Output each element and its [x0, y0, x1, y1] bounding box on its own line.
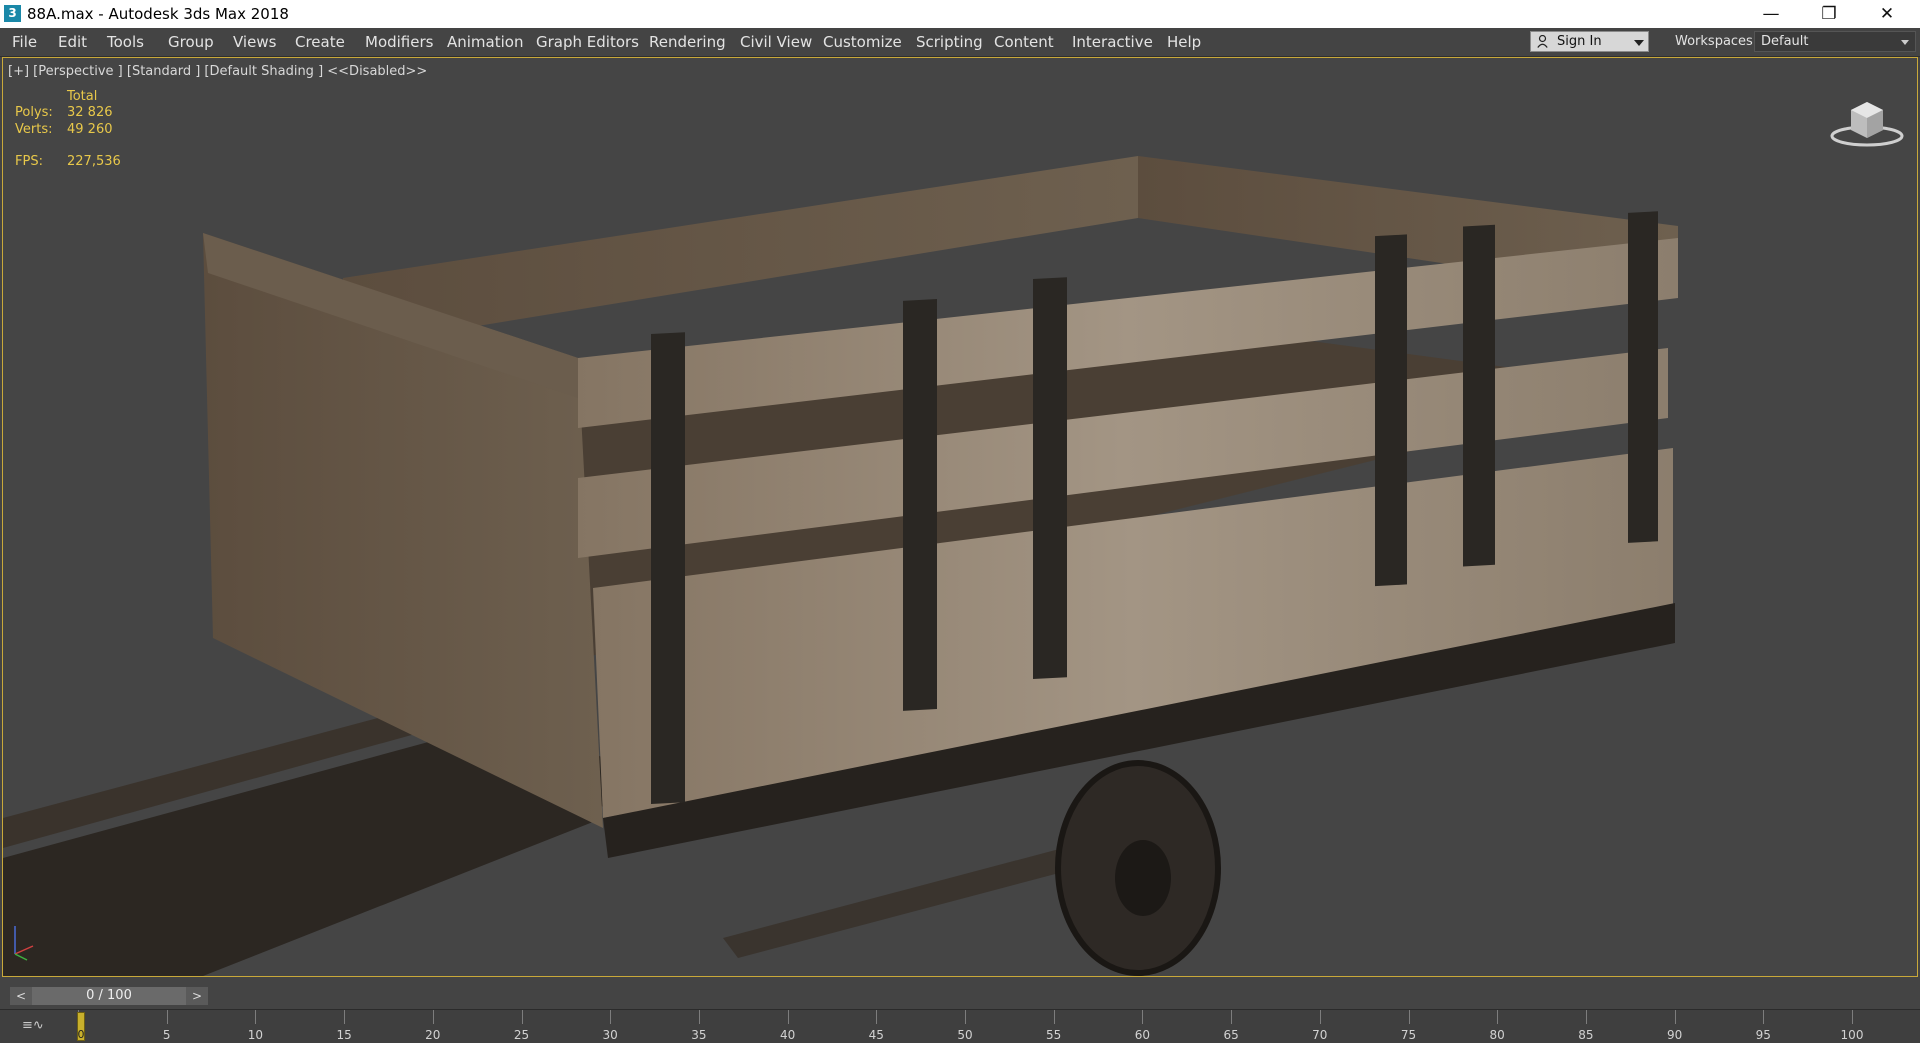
stanchion — [903, 299, 937, 711]
track-tick — [787, 1010, 789, 1024]
tick-label: 10 — [247, 1028, 264, 1042]
close-button[interactable]: ✕ — [1858, 0, 1916, 28]
tick-label: 25 — [513, 1028, 530, 1042]
tick-label: 90 — [1666, 1028, 1683, 1042]
restore-button[interactable]: ❐ — [1800, 0, 1858, 28]
track-tick — [1763, 1010, 1765, 1024]
workspaces-label: Workspaces: — [1675, 34, 1758, 49]
sign-in-label: Sign In — [1557, 34, 1602, 49]
tick-label: 30 — [602, 1028, 618, 1042]
menu-group[interactable]: Group — [168, 33, 214, 51]
tick-label: 45 — [868, 1028, 884, 1042]
track-tick — [166, 1010, 168, 1024]
track-tick — [1674, 1010, 1676, 1024]
tick-label: 20 — [425, 1028, 441, 1042]
previous-frame-button[interactable]: < — [10, 987, 32, 1005]
track-tick — [1142, 1010, 1144, 1024]
track-tick — [876, 1010, 878, 1024]
axis-tripod-icon — [14, 926, 34, 961]
title-bar: 3 88A.max - Autodesk 3ds Max 2018 — ❐ ✕ — [0, 0, 1920, 28]
tick-label: 5 — [162, 1028, 171, 1042]
time-slider[interactable]: 0 / 100 — [32, 987, 186, 1005]
user-icon — [1537, 35, 1548, 48]
menu-tools[interactable]: Tools — [107, 33, 144, 51]
tick-label: 60 — [1134, 1028, 1151, 1042]
tick-label: 100 — [1840, 1028, 1864, 1042]
sign-in-dropdown[interactable]: Sign In — [1530, 31, 1649, 52]
track-tick — [432, 1010, 434, 1024]
stanchion — [1628, 211, 1658, 543]
stanchion — [1463, 224, 1495, 567]
track-tick — [1053, 1010, 1055, 1024]
menu-views[interactable]: Views — [233, 33, 276, 51]
track-tick — [521, 1010, 523, 1024]
menu-edit[interactable]: Edit — [58, 33, 87, 51]
menu-scripting[interactable]: Scripting — [916, 33, 983, 51]
menu-modifiers[interactable]: Modifiers — [365, 33, 433, 51]
chevron-down-icon — [1634, 40, 1644, 46]
stanchion — [1033, 277, 1067, 680]
track-tick — [698, 1010, 700, 1024]
time-slider-bar: < 0 / 100 > — [0, 977, 1920, 1009]
stats-fps-value: 227,536 — [67, 154, 121, 169]
track-tick — [255, 1010, 257, 1024]
tick-label: 75 — [1400, 1028, 1417, 1042]
track-tick — [1408, 1010, 1410, 1024]
track-bar[interactable]: ≡∿ 5 10 15 20 25 30 35 40 45 50 55 60 65… — [0, 1009, 1920, 1043]
tick-label: 85 — [1578, 1028, 1594, 1042]
perspective-viewport[interactable]: [+] [Perspective ] [Standard ] [Default … — [2, 57, 1918, 977]
workspaces-select[interactable]: Default — [1754, 31, 1916, 52]
track-tick — [1852, 1010, 1853, 1024]
workspaces-value: Default — [1761, 34, 1809, 49]
menu-file[interactable]: File — [12, 33, 37, 51]
stats-verts-label: Verts: — [15, 122, 53, 137]
stats-verts-value: 49 260 — [67, 122, 113, 137]
tick-label: 70 — [1312, 1028, 1328, 1042]
viewport-label[interactable]: [+] [Perspective ] [Standard ] [Default … — [8, 64, 427, 79]
chevron-down-icon — [1901, 40, 1909, 45]
track-tick — [610, 1010, 612, 1024]
tick-label: 65 — [1223, 1028, 1239, 1042]
menu-create[interactable]: Create — [295, 33, 345, 51]
track-ticks[interactable]: 5 10 15 20 25 30 35 40 45 50 55 60 65 70… — [78, 1010, 1872, 1043]
scene-render[interactable] — [3, 58, 1917, 976]
tick-label: 95 — [1755, 1028, 1771, 1042]
menu-rendering[interactable]: Rendering — [649, 33, 726, 51]
wheel-hub — [1115, 840, 1171, 916]
track-tick — [965, 1010, 966, 1024]
next-frame-button[interactable]: > — [186, 987, 208, 1005]
stats-polys-label: Polys: — [15, 105, 53, 120]
stats-fps-label: FPS: — [15, 154, 43, 169]
tick-label: 80 — [1489, 1028, 1505, 1042]
track-tick — [1319, 1010, 1321, 1024]
app-icon[interactable]: 3 — [4, 5, 21, 22]
tick-label: 35 — [691, 1028, 707, 1042]
current-frame-label: 0 — [77, 1028, 85, 1041]
track-tick — [344, 1010, 346, 1024]
menu-bar: File Edit Tools Group Views Create Modif… — [0, 28, 1920, 57]
menu-interactive[interactable]: Interactive — [1072, 33, 1153, 51]
window-title: 88A.max - Autodesk 3ds Max 2018 — [27, 5, 289, 23]
menu-civil-view[interactable]: Civil View — [740, 33, 812, 51]
track-tick — [1497, 1010, 1499, 1024]
track-tick — [1231, 1010, 1233, 1024]
minimize-button[interactable]: — — [1742, 0, 1800, 28]
stanchion — [651, 332, 685, 805]
tick-label: 50 — [957, 1028, 973, 1042]
viewcube-icon[interactable] — [1829, 92, 1905, 152]
menu-customize[interactable]: Customize — [823, 33, 902, 51]
menu-animation[interactable]: Animation — [447, 33, 523, 51]
stanchion — [1375, 234, 1407, 587]
tick-label: 55 — [1046, 1028, 1062, 1042]
stats-polys-value: 32 826 — [67, 105, 113, 120]
menu-graph-editors[interactable]: Graph Editors — [536, 33, 639, 51]
track-tick — [1585, 1010, 1587, 1024]
tick-label: 15 — [336, 1028, 352, 1042]
stats-total-header: Total — [67, 89, 98, 104]
curve-editor-icon[interactable]: ≡∿ — [22, 1018, 50, 1036]
menu-content[interactable]: Content — [994, 33, 1054, 51]
leaf-spring — [723, 848, 1078, 958]
tick-label: 40 — [779, 1028, 796, 1042]
menu-help[interactable]: Help — [1167, 33, 1201, 51]
